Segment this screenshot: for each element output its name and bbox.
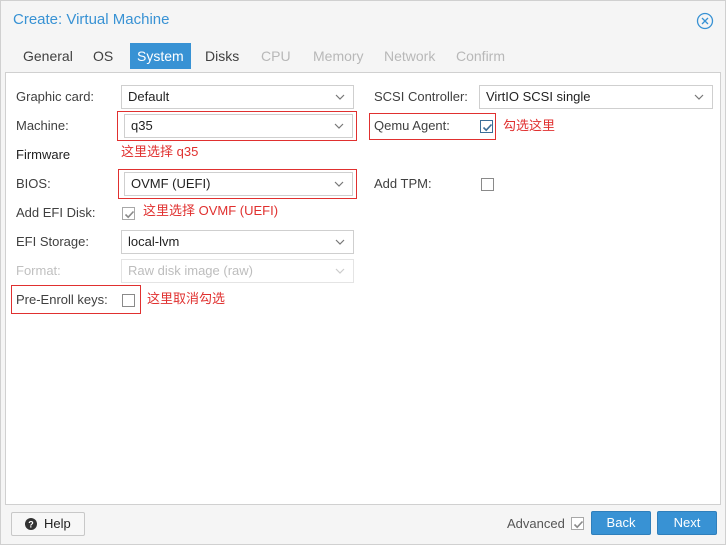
scsi-controller-select[interactable]: VirtIO SCSI single [479, 85, 713, 109]
add-efi-disk-checkbox[interactable] [122, 207, 135, 220]
svg-text:?: ? [28, 520, 34, 530]
pre-enroll-keys-note: 这里取消勾选 [147, 291, 226, 306]
tab-general[interactable]: General [16, 43, 80, 69]
back-button[interactable]: Back [591, 511, 651, 535]
tab-network: Network [384, 48, 436, 64]
scsi-controller-label: SCSI Controller: [374, 89, 468, 104]
bios-label: BIOS: [16, 176, 51, 191]
help-icon: ? [25, 518, 37, 530]
close-icon[interactable] [696, 12, 714, 30]
format-value: Raw disk image (raw) [128, 263, 253, 278]
bios-note: 这里选择 OVMF (UEFI) [143, 203, 279, 218]
tab-confirm: Confirm [456, 48, 506, 64]
format-label: Format: [16, 263, 61, 278]
tab-os[interactable]: OS [86, 43, 120, 69]
title-bar: Create: Virtual Machine [1, 1, 725, 39]
graphic-card-select[interactable]: Default [121, 85, 354, 109]
graphic-card-label: Graphic card: [16, 89, 95, 104]
efi-storage-label: EFI Storage: [16, 234, 89, 249]
firmware-heading: Firmware [16, 147, 71, 162]
machine-select[interactable]: q35 [124, 114, 353, 138]
tab-cpu: CPU [261, 48, 291, 64]
checkmark-icon [573, 520, 584, 529]
pre-enroll-keys-label: Pre-Enroll keys: [16, 292, 108, 307]
add-tpm-label: Add TPM: [374, 176, 432, 191]
checkmark-icon [482, 123, 493, 132]
format-select: Raw disk image (raw) [121, 259, 354, 283]
machine-label: Machine: [16, 118, 69, 133]
chevron-down-icon [334, 123, 344, 129]
chevron-down-icon [335, 94, 345, 100]
add-tpm-checkbox[interactable] [481, 178, 494, 191]
chevron-down-icon [335, 268, 345, 274]
tab-bar: General OS System Disks CPU Memory Netwo… [1, 43, 725, 73]
scsi-controller-value: VirtIO SCSI single [486, 89, 591, 104]
advanced-label: Advanced [507, 516, 565, 531]
machine-value: q35 [131, 118, 153, 133]
qemu-agent-checkbox[interactable] [480, 120, 493, 133]
efi-storage-value: local-lvm [128, 234, 180, 249]
qemu-agent-note: 勾选这里 [503, 118, 556, 133]
chevron-down-icon [694, 94, 704, 100]
system-form-panel: Graphic card: Default SCSI Controller: V… [5, 72, 721, 505]
dialog-footer: ? Help Advanced Back Next [1, 507, 725, 544]
advanced-checkbox[interactable] [571, 517, 584, 530]
chevron-down-icon [335, 239, 345, 245]
tab-memory: Memory [313, 48, 364, 64]
dialog-title: Create: Virtual Machine [13, 11, 170, 28]
qemu-agent-label: Qemu Agent: [374, 118, 450, 133]
bios-value: OVMF (UEFI) [131, 176, 211, 191]
efi-storage-select[interactable]: local-lvm [121, 230, 354, 254]
pre-enroll-keys-checkbox[interactable] [122, 294, 135, 307]
graphic-card-value: Default [128, 89, 170, 104]
tab-disks[interactable]: Disks [198, 43, 246, 69]
tab-system[interactable]: System [130, 43, 191, 69]
help-label: Help [44, 516, 71, 531]
add-efi-disk-label: Add EFI Disk: [16, 205, 96, 220]
bios-select[interactable]: OVMF (UEFI) [124, 172, 353, 196]
machine-note: 这里选择 q35 [121, 144, 199, 159]
next-button[interactable]: Next [657, 511, 717, 535]
chevron-down-icon [334, 181, 344, 187]
checkmark-icon [124, 210, 135, 219]
help-button[interactable]: ? Help [11, 512, 85, 536]
create-vm-dialog: Create: Virtual Machine General OS Syste… [0, 0, 726, 545]
